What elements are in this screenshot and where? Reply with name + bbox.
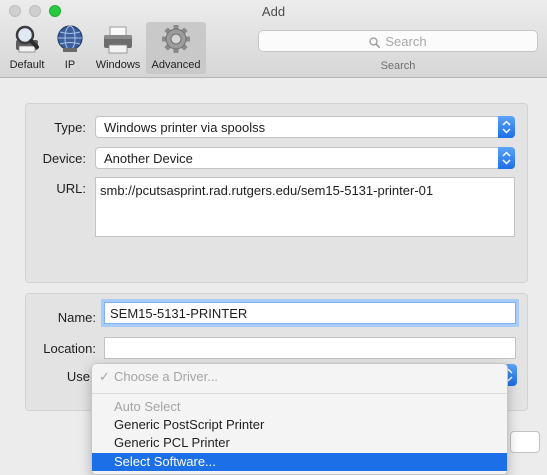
name-field[interactable]: SEM15-5131-PRINTER (104, 302, 516, 324)
globe-icon (57, 25, 83, 52)
search-input[interactable]: Search (258, 30, 538, 52)
location-field[interactable] (104, 337, 516, 359)
menu-item-label: Generic PostScript Printer (114, 417, 265, 432)
menu-item-auto-select: Auto Select (92, 398, 507, 416)
search-icon (369, 37, 381, 48)
printer-icon (104, 26, 132, 54)
type-label: Type: (54, 120, 86, 135)
toolbar-windows-label: Windows (95, 59, 141, 71)
menu-item-label: Auto Select (114, 399, 181, 414)
type-popup-stepper (498, 116, 515, 138)
toolbar-ip-button[interactable]: IP (52, 22, 88, 74)
search-placeholder: Search (385, 34, 427, 49)
toolbar-default-button[interactable]: Default (4, 22, 50, 74)
menu-item-label: Generic PCL Printer (114, 435, 230, 450)
add-button-partial[interactable] (510, 431, 540, 453)
name-label: Name: (57, 310, 96, 325)
gear-icon (162, 25, 190, 53)
search-placeholder-wrap: Search (259, 34, 537, 49)
device-label: Device: (42, 151, 86, 166)
menu-item-generic-pcl[interactable]: Generic PCL Printer (92, 434, 507, 452)
chevron-updown-icon (502, 120, 511, 134)
type-popup[interactable]: Windows printer via spoolss (95, 116, 515, 138)
location-label: Location: (43, 341, 96, 356)
driver-menu: ✓ Choose a Driver... Auto Select Generic… (91, 363, 508, 475)
toolbar-ip-label: IP (64, 59, 76, 71)
menu-item-choose-driver: ✓ Choose a Driver... (92, 368, 507, 386)
toolbar-windows-button[interactable]: Windows (91, 22, 145, 74)
type-value: Windows printer via spoolss (104, 120, 266, 135)
toolbar-advanced-label: Advanced (151, 59, 201, 71)
url-label: URL: (56, 181, 86, 196)
menu-item-label: Select Software... (114, 454, 216, 469)
checkmark-icon: ✓ (99, 369, 110, 384)
use-label: Use (66, 369, 90, 384)
toolbar: Add Default IP Windows Advanced Search S… (0, 0, 547, 78)
menu-separator (92, 393, 507, 394)
toolbar-advanced-button[interactable]: Advanced (146, 22, 206, 74)
add-printer-window: Add Default IP Windows Advanced Search S… (0, 0, 547, 475)
menu-item-select-software[interactable]: Select Software... (92, 453, 507, 471)
search-label: Search (380, 60, 416, 72)
device-value: Another Device (104, 151, 193, 166)
menu-item-label: Choose a Driver... (114, 369, 219, 384)
toolbar-default-label: Default (9, 59, 45, 71)
device-popup[interactable]: Another Device (95, 147, 515, 169)
device-popup-stepper (498, 147, 515, 169)
magnifier-printer-icon (15, 25, 39, 53)
chevron-updown-icon (502, 151, 511, 165)
window-title: Add (261, 4, 286, 19)
url-field[interactable]: smb://pcutsasprint.rad.rutgers.edu/sem15… (95, 177, 515, 237)
menu-item-generic-postscript[interactable]: Generic PostScript Printer (92, 416, 507, 434)
